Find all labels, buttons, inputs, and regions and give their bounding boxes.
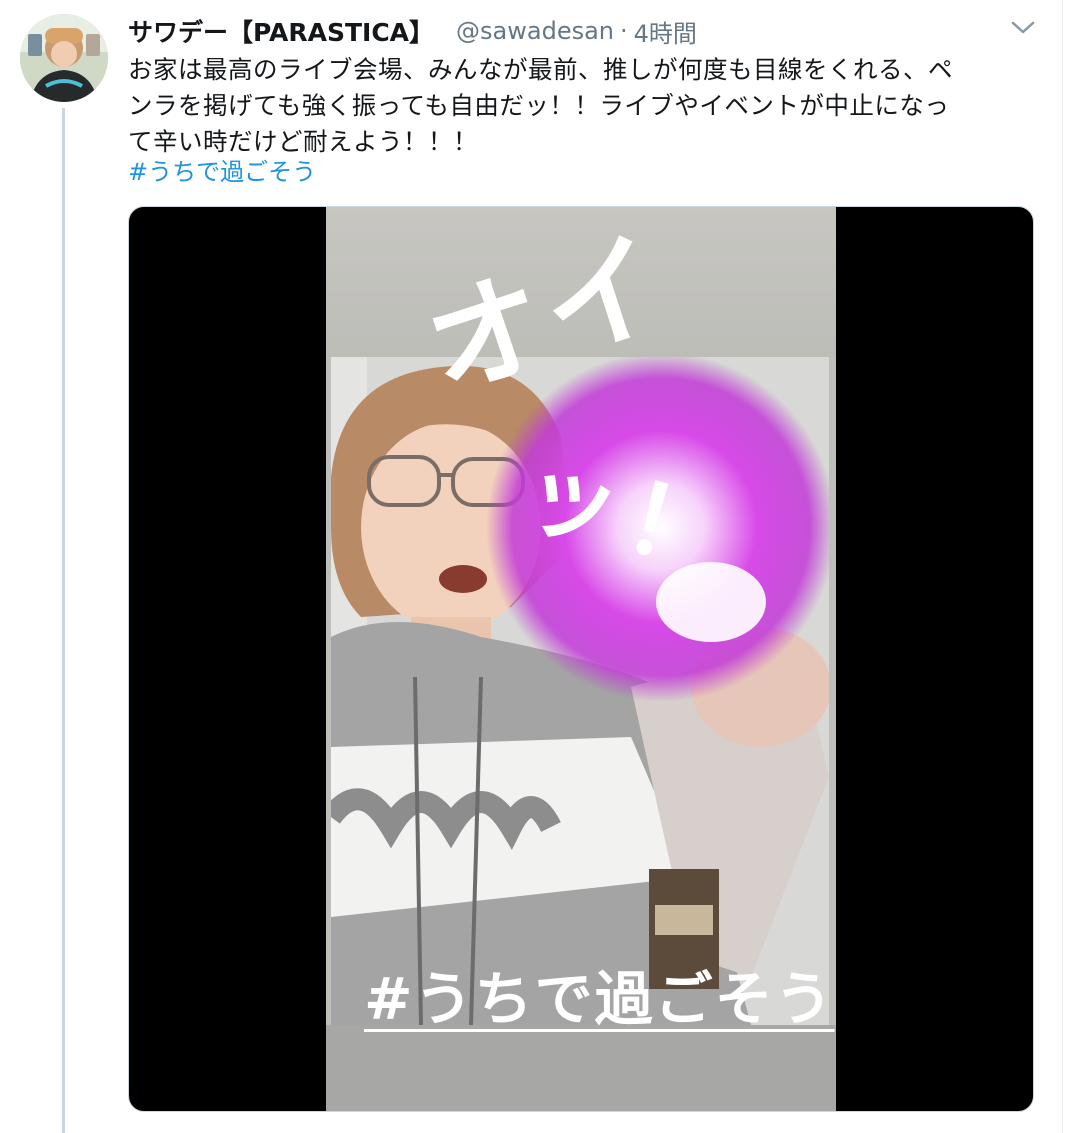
avatar-photo [20, 14, 108, 102]
timeline-border [1062, 0, 1063, 1133]
author-name[interactable]: サワデー【PARASTICA】 [128, 13, 434, 49]
author-handle[interactable]: @sawadesan [456, 17, 614, 45]
hashtag-link[interactable]: #うちで過ごそう [128, 152, 316, 187]
tweet-text: お家は最高のライブ会場、みんなが最前、推しが何度も目線をくれる、ペ ンラを掲げて… [128, 52, 1018, 160]
overlay-caption: #うちで過ごそう [364, 965, 835, 1033]
video-frame: オイ ッ！ #うちで過ごそう [326, 207, 836, 1111]
frame-bottom-band [326, 1025, 836, 1111]
tweet[interactable]: サワデー【PARASTICA】 @sawadesan · 4時間 お家は最高のラ… [0, 0, 1065, 1133]
thread-line [62, 108, 65, 1133]
tweet-timestamp[interactable]: 4時間 [634, 14, 697, 49]
avatar[interactable] [20, 14, 108, 102]
separator-dot: · [620, 17, 628, 45]
chevron-down-icon[interactable] [1010, 18, 1036, 38]
tweet-header: サワデー【PARASTICA】 @sawadesan · 4時間 [128, 14, 697, 48]
tweet-text-line: ンラを掲げても強く振っても自由だッ！！ライブやイベントが中止になっ [128, 91, 950, 120]
video-player[interactable]: オイ ッ！ #うちで過ごそう [128, 206, 1034, 1112]
tweet-text-line: お家は最高のライブ会場、みんなが最前、推しが何度も目線をくれる、ペ [128, 55, 953, 84]
